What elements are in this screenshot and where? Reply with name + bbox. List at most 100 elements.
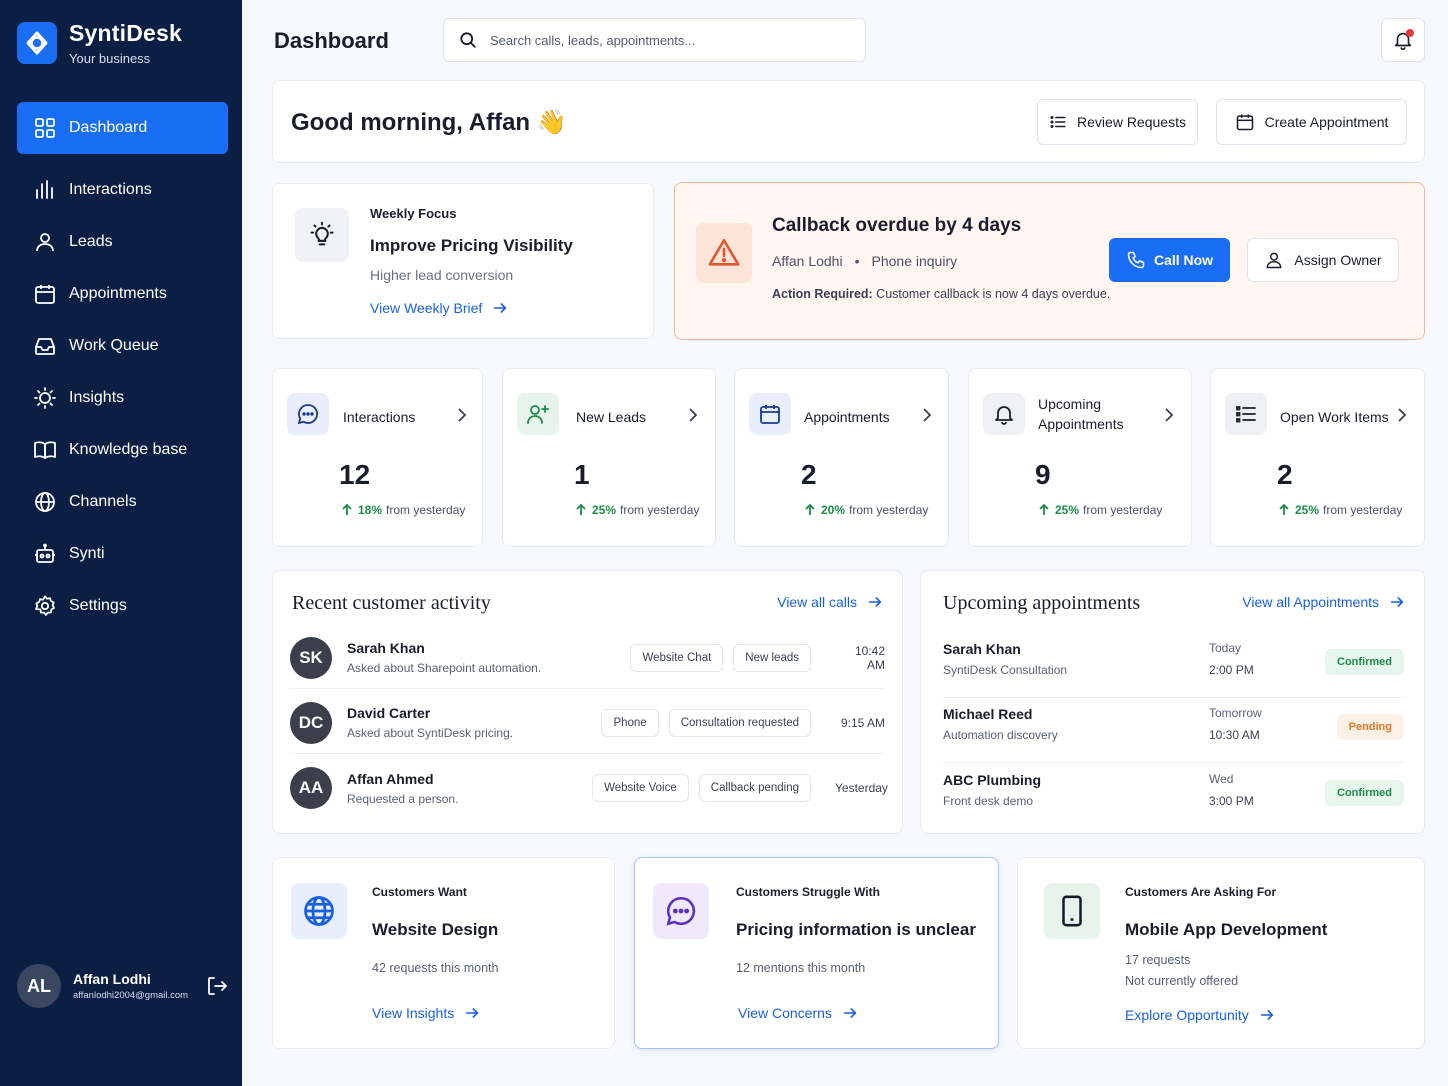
- view-insights-link[interactable]: View Insights: [372, 1005, 480, 1021]
- sidebar-item-work-queue[interactable]: Work Queue: [17, 320, 228, 372]
- calendar-icon: [749, 393, 791, 435]
- table-row[interactable]: AA Affan Ahmed Requested a person. Websi…: [290, 757, 888, 819]
- appointment-row[interactable]: Sarah Khan SyntiDesk Consultation Today …: [943, 634, 1404, 698]
- insight-subtitle: 17 requests Not currently offered: [1125, 950, 1238, 992]
- arrow-right-icon: [466, 1008, 479, 1018]
- view-all-calls-link[interactable]: View all calls: [777, 594, 883, 610]
- table-row[interactable]: DC David Carter Asked about SyntiDesk pr…: [290, 692, 885, 754]
- search-bar[interactable]: [443, 18, 866, 62]
- notifications-button[interactable]: [1381, 18, 1425, 62]
- user-plus-icon: [517, 393, 559, 435]
- upcoming-appointments-card: Upcoming appointments View all Appointme…: [920, 570, 1425, 834]
- calendar-icon: [1236, 114, 1253, 131]
- sidebar-item-channels[interactable]: Channels: [17, 476, 228, 528]
- arrow-right-icon: [868, 597, 882, 607]
- list-icon: [1050, 116, 1066, 128]
- alert-channel: Phone inquiry: [871, 253, 958, 269]
- lightbulb-icon: [295, 208, 349, 262]
- brand[interactable]: SyntiDesk Your business: [17, 20, 182, 66]
- arrow-right-icon: [1260, 1010, 1273, 1020]
- bell-icon: [983, 393, 1025, 435]
- brand-subtitle: Your business: [69, 51, 151, 66]
- view-concerns-link[interactable]: View Concerns: [738, 1005, 858, 1021]
- appointment-row[interactable]: Michael Reed Automation discovery Tomorr…: [943, 699, 1404, 763]
- call-now-label: Call Now: [1153, 252, 1214, 268]
- appointment-time: 2:00 PM: [1209, 663, 1254, 677]
- stat-card-interactions[interactable]: Interactions 12 18% from yesterday: [272, 368, 483, 547]
- focus-subtitle: Higher lead conversion: [370, 267, 514, 283]
- stat-card-new-leads[interactable]: New Leads 1 25% from yesterday: [502, 368, 716, 547]
- sidebar-nav: Dashboard Interactions Leads Appointment…: [17, 102, 228, 632]
- avatar: DC: [290, 701, 332, 744]
- stat-card-upcoming-appointments[interactable]: Upcoming Appointments 9 25% from yesterda…: [968, 368, 1192, 547]
- stat-delta-value: 25%: [1055, 503, 1080, 517]
- stat-delta: 25% from yesterday: [575, 503, 699, 517]
- sidebar-item-leads[interactable]: Leads: [17, 216, 228, 268]
- bar-chart-icon: [36, 180, 53, 199]
- chat-icon: [653, 883, 709, 939]
- view-all-appointments-link[interactable]: View all Appointments: [1242, 594, 1405, 610]
- globe-icon: [291, 883, 347, 939]
- view-weekly-brief-link[interactable]: View Weekly Brief: [370, 300, 508, 316]
- review-requests-label: Review Requests: [1077, 114, 1186, 130]
- user-email: affanlodhi2004@gmail.com: [73, 990, 189, 1001]
- overdue-alert-card: Callback overdue by 4 days Affan Lodhi •…: [674, 182, 1425, 340]
- search-input[interactable]: [490, 32, 830, 48]
- stat-label: Appointments: [804, 409, 890, 425]
- inbox-icon: [35, 338, 55, 355]
- row-name: Affan Ahmed: [347, 770, 434, 787]
- call-now-button[interactable]: Call Now: [1109, 238, 1230, 282]
- appointment-description: Front desk demo: [943, 794, 1034, 808]
- avatar: AL: [17, 964, 61, 1008]
- stat-label: Upcoming Appointments: [1038, 394, 1124, 434]
- stat-card-appointments[interactable]: Appointments 2 20% from yesterday: [734, 368, 949, 547]
- chevron-right-icon: [458, 408, 467, 422]
- sidebar-item-settings[interactable]: Settings: [17, 580, 228, 632]
- arrow-up-icon: [1039, 504, 1049, 515]
- appointment-name: Michael Reed: [943, 706, 1033, 722]
- sidebar-item-knowledge-base[interactable]: Knowledge base: [17, 424, 228, 476]
- view-insights-label: View Insights: [372, 1005, 455, 1021]
- assign-owner-label: Assign Owner: [1294, 252, 1382, 268]
- sidebar-item-dashboard[interactable]: Dashboard: [17, 102, 228, 154]
- row-description: Asked about SyntiDesk pricing.: [347, 726, 514, 740]
- sidebar-item-label: Work Queue: [69, 337, 159, 354]
- appointment-name: ABC Plumbing: [943, 772, 1041, 788]
- phone-icon: [1044, 883, 1100, 939]
- appointment-row[interactable]: ABC Plumbing Front desk demo Wed 3:00 PM…: [943, 765, 1404, 829]
- logout-icon[interactable]: [205, 974, 229, 998]
- stat-card-open-work-items[interactable]: Open Work Items 2 25% from yesterday: [1210, 368, 1425, 547]
- calendar-icon: [35, 285, 55, 304]
- sidebar-item-label: Interactions: [69, 181, 152, 198]
- stat-label: Interactions: [343, 409, 416, 425]
- stat-delta-value: 25%: [1295, 503, 1320, 517]
- sidebar-item-insights[interactable]: Insights: [17, 372, 228, 424]
- table-row[interactable]: SK Sarah Khan Asked about Sharepoint aut…: [290, 627, 885, 689]
- channel-tag: Website Chat: [630, 643, 724, 672]
- appointment-name: Sarah Khan: [943, 641, 1021, 657]
- explore-opportunity-label: Explore Opportunity: [1125, 1007, 1249, 1023]
- row-description: Asked about Sharepoint automation.: [347, 661, 542, 675]
- insight-label: Customers Are Asking For: [1125, 885, 1277, 899]
- assign-owner-button[interactable]: Assign Owner: [1247, 238, 1399, 282]
- sidebar-item-appointments[interactable]: Appointments: [17, 268, 228, 320]
- globe-icon: [35, 492, 55, 512]
- insight-label: Customers Want: [372, 885, 467, 899]
- stat-value: 1: [574, 459, 590, 490]
- sidebar-item-synti[interactable]: Synti: [17, 528, 228, 580]
- create-appointment-button[interactable]: Create Appointment: [1216, 99, 1407, 145]
- insight-subtitle-line1: 17 requests: [1125, 953, 1191, 967]
- user-profile[interactable]: AL Affan Lodhi affanlodhi2004@gmail.com: [17, 964, 229, 1008]
- appointment-description: Automation discovery: [943, 728, 1058, 742]
- stat-delta: 20% from yesterday: [804, 503, 928, 517]
- chevron-right-icon: [689, 408, 698, 422]
- row-description: Requested a person.: [347, 791, 459, 806]
- sidebar: SyntiDesk Your business Dashboard Intera…: [0, 0, 242, 1086]
- insight-label: Customers Struggle With: [736, 885, 880, 899]
- greeting-card: Good morning, Affan 👋 Review Requests Cr…: [272, 80, 1425, 163]
- warning-icon: [696, 223, 752, 283]
- explore-opportunity-link[interactable]: Explore Opportunity: [1125, 1007, 1275, 1023]
- review-requests-button[interactable]: Review Requests: [1037, 99, 1198, 145]
- stat-value: 12: [339, 459, 371, 490]
- sidebar-item-interactions[interactable]: Interactions: [17, 164, 228, 216]
